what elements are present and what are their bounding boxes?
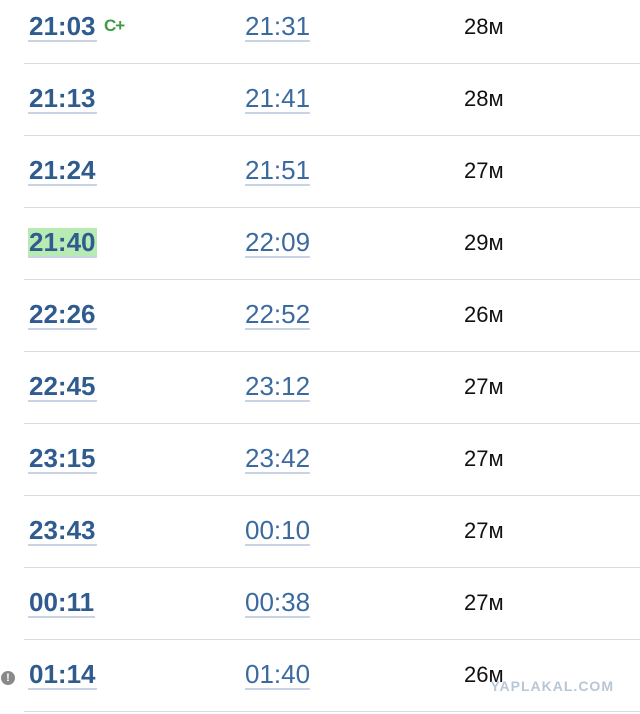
departure-time-link[interactable]: 22:26 [28,300,97,330]
trip-duration: 27м [464,590,504,615]
table-row: ! 01:14 01:40 26м [1,640,640,712]
table-row: 21:40 22:09 29м [24,208,640,280]
trip-duration: 26м [464,302,504,327]
departure-time-link[interactable]: 21:13 [28,84,97,114]
trip-duration: 28м [464,14,504,39]
trip-duration: 29м [464,230,504,255]
arrival-time-link[interactable]: 23:12 [245,372,311,402]
table-row: 23:43 00:10 27м [24,496,640,568]
arrival-time-link[interactable]: 22:52 [245,300,311,330]
arrival-time-link[interactable]: 01:40 [245,660,311,690]
table-row: 21:03 C+ 21:31 28м [24,0,640,64]
trip-duration: 28м [464,86,504,111]
exclamation-circle-icon[interactable]: ! [1,671,15,685]
departure-time-link[interactable]: 22:45 [28,372,97,402]
departure-time-link[interactable]: 21:03 [28,12,97,42]
departure-time-link[interactable]: 01:14 [28,660,97,690]
table-row: 00:11 00:38 27м [24,568,640,640]
trip-duration: 27м [464,518,504,543]
arrival-time-link[interactable]: 21:51 [245,156,311,186]
table-row: 23:15 23:42 27м [24,424,640,496]
arrival-time-link[interactable]: 22:09 [245,228,311,258]
departure-time-link[interactable]: 00:11 [28,588,96,618]
departure-time-link[interactable]: 23:43 [28,516,97,546]
watermark: YAPLAKAL.COM [490,678,614,694]
arrival-time-link[interactable]: 21:41 [245,84,311,114]
trip-duration: 27м [464,446,504,471]
table-row: 21:24 21:51 27м [24,136,640,208]
arrival-time-link[interactable]: 23:42 [245,444,311,474]
departure-time-link-highlighted[interactable]: 21:40 [28,228,97,258]
arrival-time-link[interactable]: 00:10 [245,516,311,546]
departure-time-link[interactable]: 23:15 [28,444,97,474]
table-row: 21:13 21:41 28м [24,64,640,136]
table-row: 22:45 23:12 27м [24,352,640,424]
timetable: 21:03 C+ 21:31 28м 21:13 21:41 28м 21:24… [1,0,640,712]
departure-time-link[interactable]: 21:24 [28,156,97,186]
suburban-express-badge-icon: C+ [104,16,125,35]
arrival-time-link[interactable]: 21:31 [245,12,311,42]
arrival-time-link[interactable]: 00:38 [245,588,311,618]
trip-duration: 27м [464,374,504,399]
table-row: 22:26 22:52 26м [24,280,640,352]
trip-duration: 27м [464,158,504,183]
